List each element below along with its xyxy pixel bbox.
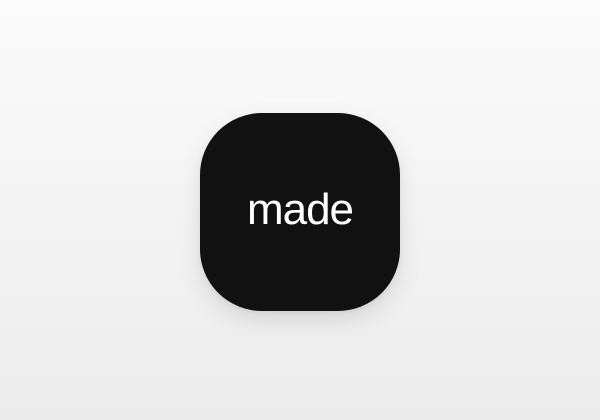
app-icon-label: made (246, 185, 354, 234)
app-icon[interactable]: made (200, 113, 400, 311)
screen-canvas: made (0, 0, 600, 420)
